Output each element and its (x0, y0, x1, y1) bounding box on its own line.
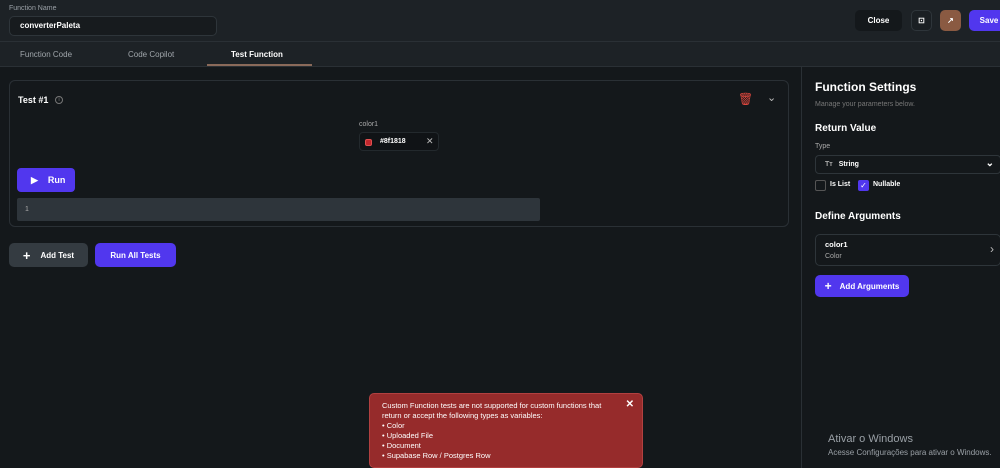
add-arguments-label: Add Arguments (839, 281, 900, 291)
tab-bar: Function Code Code Copilot Test Function (0, 42, 1000, 67)
toast-item: • Document (382, 441, 421, 450)
tab-test-function[interactable]: Test Function (231, 50, 283, 59)
argument-name: color1 (825, 240, 848, 249)
watermark-title: Ativar o Windows (828, 433, 913, 445)
type-label: Type (815, 143, 831, 150)
review-icon[interactable]: ⊡ (911, 10, 932, 31)
plus-icon: + (824, 279, 832, 293)
argument-item[interactable]: color1 Color › (815, 234, 1000, 266)
chevron-down-icon: ⌄ (985, 158, 994, 169)
define-arguments-heading: Define Arguments (815, 211, 901, 222)
settings-title: Function Settings (815, 80, 917, 94)
error-toast: Custom Function tests are not supported … (369, 393, 643, 468)
nullable-checkbox[interactable]: ✓ (858, 180, 869, 191)
nullable-label: Nullable (873, 181, 901, 188)
active-tab-indicator (207, 64, 312, 66)
color-value: #8f1818 (380, 138, 406, 145)
chevron-right-icon: › (990, 242, 994, 256)
run-all-tests-button[interactable]: Run All Tests (95, 243, 176, 267)
tab-code-copilot[interactable]: Code Copilot (128, 50, 174, 59)
color-swatch[interactable] (365, 139, 372, 146)
toast-item: • Supabase Row / Postgres Row (382, 451, 491, 460)
run-label: Run (47, 175, 66, 185)
toast-item: • Color (382, 421, 405, 430)
tab-function-code[interactable]: Function Code (20, 50, 72, 59)
test-card: Test #1 i 🗑 ⌄ color1 #8f1818 ✕ ▶ Run 1 (9, 80, 789, 227)
settings-subtitle: Manage your parameters below. (815, 101, 915, 108)
return-value-heading: Return Value (815, 123, 877, 134)
chevron-down-icon[interactable]: ⌄ (767, 91, 776, 104)
argument-type: Color (825, 253, 842, 260)
close-button[interactable]: Close (855, 10, 902, 31)
run-button[interactable]: ▶ Run (17, 168, 75, 192)
color-input[interactable]: #8f1818 ✕ (359, 132, 439, 151)
watermark-subtitle: Acesse Configurações para ativar o Windo… (828, 448, 992, 457)
function-name-label: Function Name (9, 5, 57, 12)
type-value: String (838, 161, 859, 168)
external-link-icon[interactable]: ↗ (940, 10, 961, 31)
save-button[interactable]: Save (969, 10, 1000, 31)
info-icon[interactable]: i (55, 96, 63, 104)
output-area: 1 (17, 198, 540, 221)
function-settings-panel: Function Settings Manage your parameters… (801, 67, 1000, 468)
play-icon: ▶ (31, 174, 38, 185)
add-test-button[interactable]: + Add Test (9, 243, 88, 267)
type-select[interactable]: Tт String ⌄ (815, 155, 1000, 174)
add-arguments-button[interactable]: + Add Arguments (815, 275, 909, 297)
header: Function Name converterPaleta Close ⊡ ↗ … (0, 0, 1000, 42)
is-list-checkbox[interactable] (815, 180, 826, 191)
test-title: Test #1 (18, 95, 49, 105)
toast-message: Custom Function tests are not supported … (382, 401, 602, 420)
is-list-label: Is List (830, 181, 851, 188)
function-name-input[interactable]: converterPaleta (9, 16, 217, 36)
trash-icon[interactable]: 🗑 (738, 92, 753, 106)
param-label: color1 (359, 121, 379, 128)
text-type-icon: Tт (825, 161, 833, 168)
add-test-label: Add Test (40, 250, 75, 260)
plus-icon: + (22, 247, 31, 263)
toast-item: • Uploaded File (382, 431, 433, 440)
close-icon[interactable]: ✕ (626, 400, 634, 410)
clear-icon[interactable]: ✕ (426, 136, 434, 147)
